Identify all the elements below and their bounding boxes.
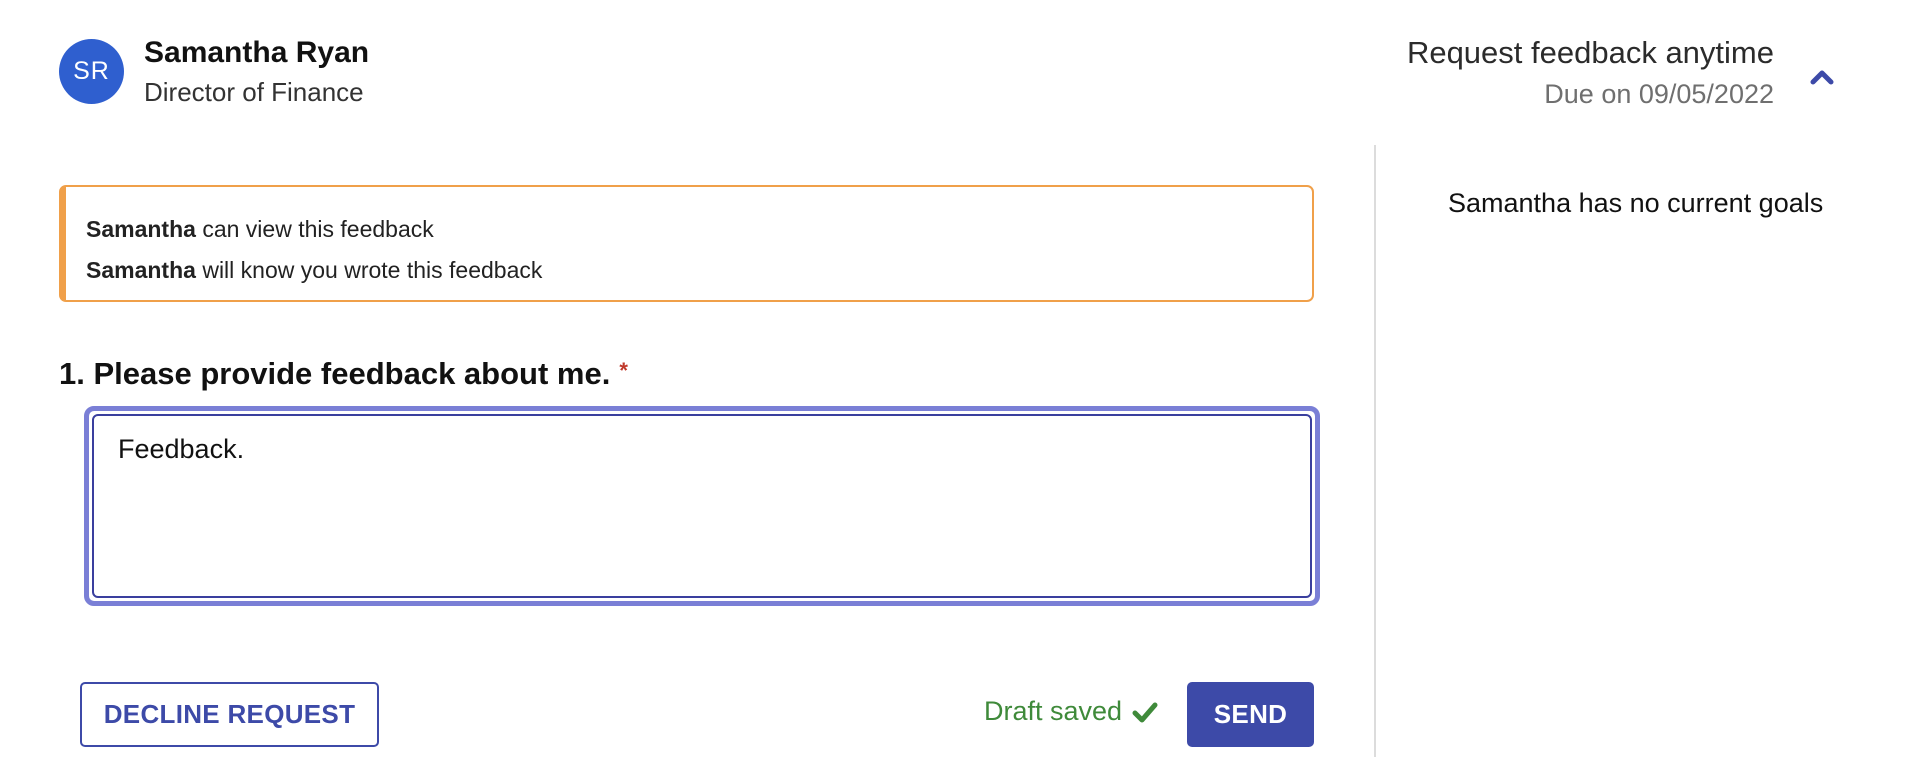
decline-request-button[interactable]: DECLINE REQUEST: [80, 682, 379, 747]
notice-line-view: Samantha can view this feedback: [86, 209, 1312, 250]
notice-recipient-name: Samantha: [86, 257, 196, 283]
chevron-up-icon: [1810, 70, 1834, 85]
request-info: Request feedback anytime Due on 09/05/20…: [1407, 34, 1774, 112]
notice-text: will know you wrote this feedback: [195, 257, 543, 283]
send-button[interactable]: SEND: [1187, 682, 1314, 747]
feedback-answer-input[interactable]: [92, 414, 1312, 598]
request-due-date: Due on 09/05/2022: [1544, 79, 1774, 109]
collapse-toggle-button[interactable]: [1808, 66, 1836, 88]
request-title: Request feedback anytime: [1406, 35, 1774, 70]
question-label: 1. Please provide feedback about me. *: [59, 356, 628, 392]
notice-recipient-name: Samantha: [86, 216, 196, 242]
visibility-notice: Samantha can view this feedback Samantha…: [59, 185, 1314, 302]
question-text: 1. Please provide feedback about me.: [59, 356, 611, 391]
panel-divider: [1374, 145, 1376, 757]
recipient-header: SR Samantha Ryan Director of Finance: [59, 35, 369, 109]
answer-field-focus-ring: [84, 406, 1320, 606]
draft-status-text: Draft saved: [984, 696, 1123, 726]
checkmark-icon: [1132, 701, 1158, 723]
draft-status: Draft saved: [984, 696, 1158, 727]
required-asterisk: *: [619, 358, 628, 383]
goals-empty-state: Samantha has no current goals: [1448, 188, 1824, 218]
recipient-role: Director of Finance: [144, 77, 364, 107]
recipient-info: Samantha Ryan Director of Finance: [144, 35, 369, 109]
feedback-page: SR Samantha Ryan Director of Finance Req…: [0, 0, 1908, 782]
recipient-name: Samantha Ryan: [144, 36, 370, 69]
notice-text: can view this feedback: [195, 216, 434, 242]
avatar: SR: [59, 39, 124, 104]
notice-line-author: Samantha will know you wrote this feedba…: [86, 250, 1312, 291]
